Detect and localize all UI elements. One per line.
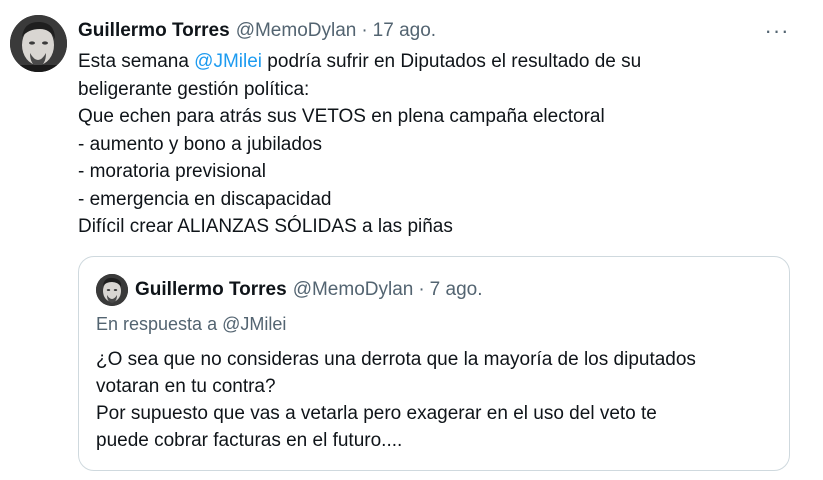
quoted-line: Por supuesto que vas a vetarla pero exag… bbox=[96, 403, 657, 424]
reply-mention: @JMilei bbox=[222, 314, 287, 334]
avatar-photo bbox=[96, 274, 128, 306]
tweet-line: beligerante gestión política: bbox=[78, 78, 310, 100]
separator-dot: · bbox=[361, 20, 368, 41]
more-horizontal-icon: ··· bbox=[764, 18, 790, 43]
quoted-author-handle: @MemoDylan bbox=[292, 279, 414, 300]
avatar[interactable] bbox=[10, 15, 67, 72]
tweet-line: - aumento y bono a jubilados bbox=[78, 133, 322, 155]
quoted-tweet[interactable]: Guillermo Torres @MemoDylan · 7 ago. En … bbox=[78, 256, 790, 471]
tweet-line: - emergencia en discapacidad bbox=[78, 188, 332, 210]
tweet-line: Difícil crear ALIANZAS SÓLIDAS a las piñ… bbox=[78, 216, 453, 237]
tweet-text: Esta semana @JMilei podría sufrir en Dip… bbox=[78, 48, 798, 241]
quoted-timestamp: 7 ago. bbox=[429, 279, 483, 300]
quoted-header: Guillermo Torres @MemoDylan · 7 ago. bbox=[135, 278, 483, 302]
tweet[interactable]: Guillermo Torres @MemoDylan · 17 ago. ··… bbox=[0, 0, 823, 480]
quoted-line: votaran en tu contra? bbox=[96, 376, 276, 397]
tweet-text-segment: podría sufrir en Diputados el resultado … bbox=[262, 51, 642, 72]
timestamp[interactable]: 17 ago. bbox=[373, 20, 436, 42]
reply-context: En respuesta a @JMilei bbox=[96, 314, 286, 335]
tweet-line: Que echen para atrás sus VETOS en plena … bbox=[78, 106, 605, 127]
reply-prefix: En respuesta a bbox=[96, 314, 223, 334]
quoted-text: ¿O sea que no consideras una derrota que… bbox=[96, 346, 776, 454]
author-name[interactable]: Guillermo Torres bbox=[78, 20, 230, 42]
tweet-text-segment: Esta semana bbox=[78, 51, 195, 72]
mention-link[interactable]: @JMilei bbox=[194, 51, 262, 72]
more-options-button[interactable]: ··· bbox=[760, 16, 794, 46]
author-handle[interactable]: @MemoDylan bbox=[236, 20, 357, 42]
avatar-photo bbox=[10, 15, 67, 72]
quoted-avatar[interactable] bbox=[96, 274, 128, 306]
quoted-line: ¿O sea que no consideras una derrota que… bbox=[96, 349, 696, 370]
tweet-line: - moratoria previsional bbox=[78, 161, 266, 182]
quoted-line: puede cobrar facturas en el futuro.... bbox=[96, 430, 403, 451]
separator-dot: · bbox=[418, 279, 425, 300]
tweet-header: Guillermo Torres @MemoDylan · 17 ago. bbox=[78, 19, 436, 43]
quoted-author-name: Guillermo Torres bbox=[135, 279, 287, 300]
tweet-line: Esta semana @JMilei podría sufrir en Dip… bbox=[78, 48, 798, 76]
